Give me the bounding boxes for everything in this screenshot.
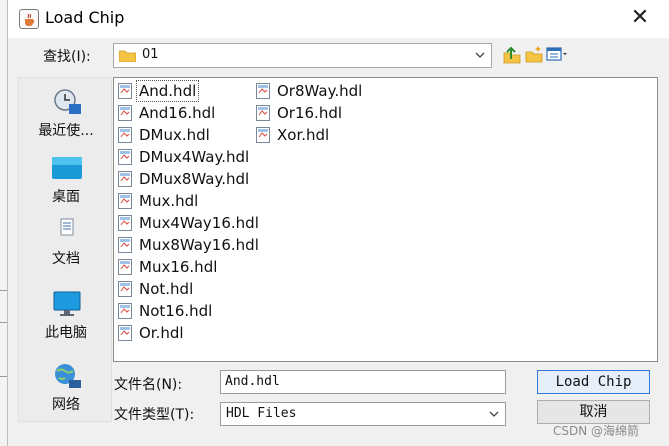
close-button[interactable]: ✕ xyxy=(625,5,655,33)
file-icon xyxy=(118,237,132,253)
up-one-level-icon[interactable] xyxy=(502,44,522,64)
network-icon xyxy=(55,364,81,388)
file-name: Or16.hdl xyxy=(277,104,343,122)
file-icon xyxy=(118,303,132,319)
folder-icon xyxy=(119,50,136,62)
file-name: Not.hdl xyxy=(139,280,194,298)
places-bar: 最近使... 桌面 文档 此电脑 网络 xyxy=(18,77,112,422)
dialog-title: Load Chip xyxy=(45,8,125,27)
file-name: And.hdl xyxy=(135,80,200,102)
file-icon xyxy=(256,105,270,121)
file-icon xyxy=(256,127,270,143)
load-chip-dialog: Load Chip ✕ 查找(I): 01 最近使... 桌面 文档 此电脑 网… xyxy=(7,0,669,446)
place-desktop[interactable]: 桌面 xyxy=(19,150,113,210)
file-name: Or8Way.hdl xyxy=(277,82,363,100)
file-icon xyxy=(256,83,270,99)
new-folder-icon[interactable] xyxy=(524,44,544,64)
place-documents[interactable]: 文档 xyxy=(19,212,113,272)
file-name: Mux.hdl xyxy=(139,192,199,210)
look-in-label: 查找(I): xyxy=(43,49,91,65)
file-name: Mux8Way16.hdl xyxy=(139,236,259,254)
this-pc-icon xyxy=(53,291,81,316)
look-in-value: 01 xyxy=(142,47,159,62)
file-icon xyxy=(118,325,132,341)
place-label: 文档 xyxy=(52,251,80,267)
place-this-pc[interactable]: 此电脑 xyxy=(19,286,113,346)
file-icon xyxy=(118,83,132,99)
file-list[interactable]: And.hdl And16.hdl DMux.hdl DMux4Way.hdl … xyxy=(113,77,658,362)
file-icon xyxy=(118,259,132,275)
file-icon xyxy=(118,127,132,143)
recent-items-icon xyxy=(54,89,81,114)
chevron-down-icon xyxy=(475,52,485,58)
file-icon xyxy=(118,149,132,165)
file-name: DMux.hdl xyxy=(139,126,210,144)
place-label: 此电脑 xyxy=(45,325,87,341)
file-name: DMux8Way.hdl xyxy=(139,170,250,188)
place-network[interactable]: 网络 xyxy=(19,358,113,418)
desktop-icon xyxy=(52,157,82,179)
file-type-label: 文件类型(T): xyxy=(114,407,195,423)
file-icon xyxy=(118,193,132,209)
file-icon xyxy=(118,215,132,231)
file-name: Or.hdl xyxy=(139,324,184,342)
view-menu-icon[interactable] xyxy=(545,44,569,64)
place-label: 桌面 xyxy=(52,189,80,205)
watermark: CSDN @海绵箭 xyxy=(553,424,640,438)
file-icon xyxy=(118,105,132,121)
file-name: Mux4Way16.hdl xyxy=(139,214,259,232)
file-name: And16.hdl xyxy=(139,104,216,122)
file-name: DMux4Way.hdl xyxy=(139,148,250,166)
documents-icon xyxy=(60,218,74,236)
file-name: Not16.hdl xyxy=(139,302,213,320)
file-type-combo[interactable]: HDL Files xyxy=(220,402,506,426)
file-icon xyxy=(118,281,132,297)
look-in-combo[interactable]: 01 xyxy=(113,43,492,68)
place-label: 网络 xyxy=(52,397,80,413)
chevron-down-icon xyxy=(489,411,499,417)
place-label: 最近使... xyxy=(38,123,94,139)
load-chip-button[interactable]: Load Chip xyxy=(537,370,650,394)
cancel-button[interactable]: 取消 xyxy=(537,400,650,424)
file-name-label: 文件名(N): xyxy=(114,377,183,393)
title-bar: Load Chip ✕ xyxy=(8,0,669,38)
file-name-input[interactable]: And.hdl xyxy=(220,370,506,394)
file-name: Xor.hdl xyxy=(277,126,330,144)
file-icon xyxy=(118,171,132,187)
java-cup-icon xyxy=(19,9,39,29)
dialog-body: 查找(I): 01 最近使... 桌面 文档 此电脑 网络 And.hdl An… xyxy=(8,38,669,446)
place-recent[interactable]: 最近使... xyxy=(19,84,113,144)
file-type-value: HDL Files xyxy=(226,406,297,421)
file-name: Mux16.hdl xyxy=(139,258,218,276)
